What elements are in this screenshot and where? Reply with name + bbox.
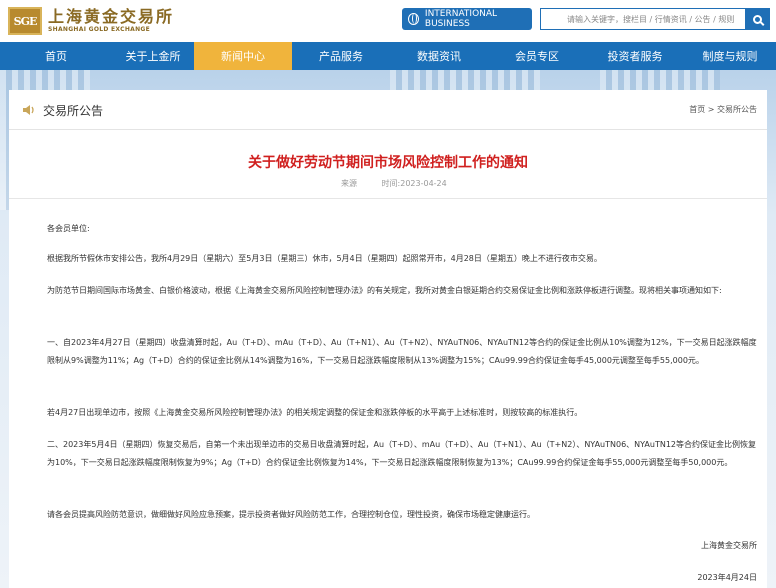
article-title: 关于做好劳动节期间市场风险控制工作的通知 (248, 155, 528, 171)
nav-item-about[interactable]: 关于上金所 (112, 42, 194, 70)
announcement-card: 交易所公告 首页 > 交易所公告 关于做好劳动节期间市场风险控制工作的通知 来源… (9, 90, 767, 588)
nav-item-data[interactable]: 数据资讯 (390, 42, 488, 70)
nav-item-news[interactable]: 新闻中心 (194, 42, 292, 70)
speaker-icon (23, 105, 34, 115)
divider (9, 198, 767, 199)
nav-item-investors[interactable]: 投资者服务 (586, 42, 684, 70)
site-logo[interactable]: SGE 上海黄金交易所 SHANGHAI GOLD EXCHANGE (8, 6, 174, 36)
article-paragraph: 根据我所节假休市安排公告，我所4月29日（星期六）至5月3日（星期三）休市，5月… (47, 254, 602, 263)
article-paragraph: 为防范节日期间国际市场黄金、白银价格波动，根据《上海黄金交易所风险控制管理办法》… (47, 286, 722, 295)
logo-name-cn: 上海黄金交易所 (48, 7, 175, 26)
article-paragraph: 请各会员提高风险防范意识，做细做好风险应急预案，提示投资者做好风险防范工作，合理… (47, 510, 535, 519)
article-source: 来源 (341, 179, 357, 188)
search-bar (540, 8, 770, 30)
article-greeting: 各会员单位: (47, 224, 90, 233)
globe-icon (408, 13, 419, 25)
nav-item-rules[interactable]: 制度与规则 (684, 42, 776, 70)
signature-org: 上海黄金交易所 (701, 541, 757, 550)
article-meta: 来源 时间:2023-04-24 (341, 178, 469, 189)
search-icon (752, 14, 762, 24)
signature-date: 2023年4月24日 (697, 573, 757, 582)
logo-name-en: SHANGHAI GOLD EXCHANGE (48, 26, 151, 33)
logo-mark: SGE (8, 7, 42, 35)
search-input[interactable] (541, 9, 745, 29)
international-business-label: INTERNATIONAL BUSINESS (424, 9, 498, 29)
article-paragraph: 若4月27日出现单边市，按照《上海黄金交易所风险控制管理办法》的相关规定调整的保… (47, 408, 583, 417)
article-paragraph: 一、自2023年4月27日（星期四）收盘清算时起，Au（T+D）、mAu（T+D… (47, 338, 757, 365)
section-header: 交易所公告 首页 > 交易所公告 (9, 90, 767, 130)
nav-item-members[interactable]: 会员专区 (488, 42, 586, 70)
search-button[interactable] (745, 9, 769, 29)
nav-item-home[interactable]: 首页 (0, 42, 112, 70)
section-title: 交易所公告 (43, 104, 104, 118)
international-business-button[interactable]: INTERNATIONAL BUSINESS (402, 8, 532, 30)
breadcrumb[interactable]: 首页 > 交易所公告 (689, 104, 757, 115)
article-paragraph: 二、2023年5月4日（星期四）恢复交易后，自第一个未出现单边市的交易日收盘清算… (47, 440, 757, 467)
top-header: SGE 上海黄金交易所 SHANGHAI GOLD EXCHANGE INTER… (0, 0, 776, 42)
nav-item-products[interactable]: 产品服务 (292, 42, 390, 70)
main-nav: 首页 关于上金所 新闻中心 产品服务 数据资讯 会员专区 投资者服务 制度与规则 (0, 42, 776, 70)
logo-text: 上海黄金交易所 SHANGHAI GOLD EXCHANGE (48, 8, 174, 34)
article-time: 时间:2023-04-24 (381, 179, 447, 188)
